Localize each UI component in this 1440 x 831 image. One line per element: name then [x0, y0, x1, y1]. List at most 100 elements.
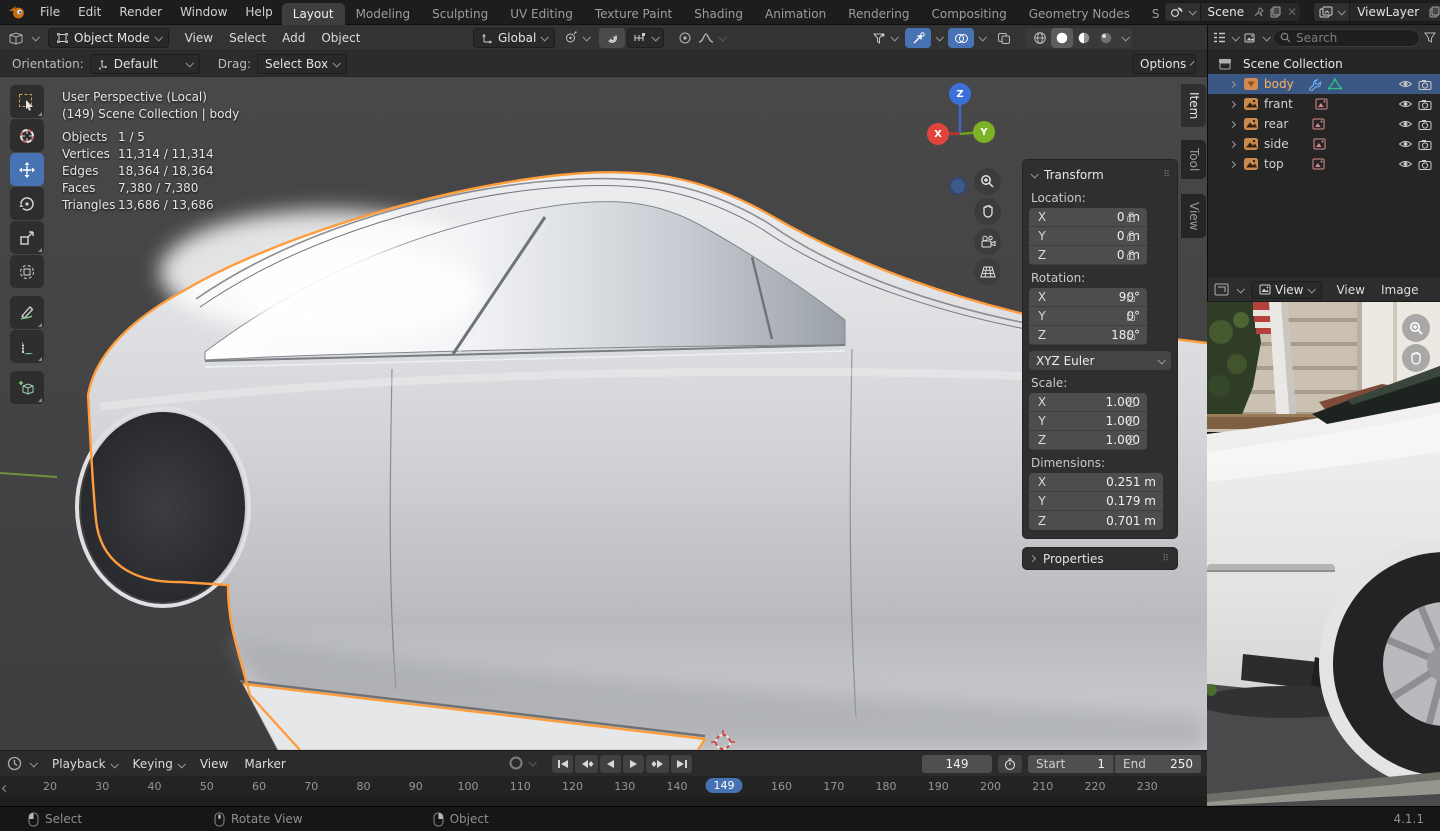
timeline-editor-type-icon[interactable]: [7, 756, 22, 771]
image-zoom-button[interactable]: [1402, 314, 1430, 342]
disable-render-camera-icon[interactable]: [1418, 159, 1432, 170]
pin-icon[interactable]: [1254, 6, 1265, 18]
menu-edit[interactable]: Edit: [69, 0, 110, 25]
workspace-tab-compositing[interactable]: Compositing: [920, 3, 1017, 25]
menu-render[interactable]: Render: [110, 0, 171, 25]
toggle-ortho-button[interactable]: [974, 258, 1001, 285]
jump-to-start-button[interactable]: [552, 755, 573, 773]
dimensions-x-field[interactable]: X 0.251 m: [1029, 473, 1163, 492]
timeline-view-menu[interactable]: View: [192, 757, 236, 771]
shading-solid-button[interactable]: [1051, 28, 1073, 48]
panel-drag-dots[interactable]: ⠿: [1162, 554, 1170, 564]
orientation-dropdown[interactable]: Default: [89, 53, 200, 74]
menu-window[interactable]: Window: [171, 0, 236, 25]
workspace-tab-uv-editing[interactable]: UV Editing: [499, 3, 584, 25]
workspace-tab-shading[interactable]: Shading: [683, 3, 754, 25]
lock-scale-z-icon[interactable]: [1125, 434, 1139, 446]
keying-menu[interactable]: Keying: [125, 757, 192, 771]
overlays-toggle[interactable]: [948, 28, 974, 48]
timeline-ruler[interactable]: 149 20 30 40 50 60 70 80 90 100 110 120 130 140 160 17…: [0, 776, 1207, 806]
zoom-view-button[interactable]: [974, 168, 1001, 195]
use-preview-range-button[interactable]: [998, 755, 1022, 773]
gizmo-z-axis[interactable]: Z: [949, 83, 971, 105]
lock-scale-y-icon[interactable]: [1125, 415, 1139, 427]
dimensions-z-field[interactable]: Z 0.701 m: [1029, 511, 1163, 530]
frame-end-field[interactable]: End 250: [1115, 755, 1201, 773]
tool-transform[interactable]: [10, 255, 44, 288]
outliner-display-mode-dropdown[interactable]: [1212, 31, 1240, 44]
next-keyframe-button[interactable]: [646, 755, 669, 773]
dimensions-y-field[interactable]: Y 0.179 m: [1029, 492, 1163, 511]
hide-eye-icon[interactable]: [1398, 139, 1413, 149]
gizmo-y-axis[interactable]: Y: [973, 121, 995, 143]
disable-render-camera-icon[interactable]: [1418, 139, 1432, 150]
new-viewlayer-icon[interactable]: [1429, 6, 1440, 18]
outliner-item-rear[interactable]: rear: [1208, 114, 1440, 134]
scene-name[interactable]: Scene: [1201, 5, 1252, 19]
gizmos-toggle[interactable]: [905, 28, 931, 48]
outliner-item-top[interactable]: top: [1208, 154, 1440, 174]
workspace-tab-geometry-nodes[interactable]: Geometry Nodes: [1018, 3, 1141, 25]
lock-location-z-icon[interactable]: [1125, 249, 1139, 261]
prev-keyframe-button[interactable]: [575, 755, 598, 773]
outliner-item-side[interactable]: side: [1208, 134, 1440, 154]
hide-eye-icon[interactable]: [1398, 79, 1413, 89]
panel-drag-dots[interactable]: ⠿: [1163, 170, 1171, 180]
outliner-item-frant[interactable]: frant: [1208, 94, 1440, 114]
disable-render-camera-icon[interactable]: [1418, 99, 1432, 110]
image-image-menu[interactable]: Image: [1373, 283, 1427, 297]
transform-orientation-dropdown[interactable]: Global: [473, 28, 556, 48]
frame-start-field[interactable]: Start 1: [1028, 755, 1114, 773]
transform-panel-header[interactable]: Transform ⠿: [1029, 165, 1171, 185]
expand-icon[interactable]: [1228, 80, 1237, 88]
workspace-tab-texture-paint[interactable]: Texture Paint: [584, 3, 683, 25]
options-dropdown[interactable]: Options: [1132, 53, 1196, 74]
object-visibility-dropdown[interactable]: [872, 32, 899, 45]
view-menu[interactable]: View: [177, 31, 221, 45]
mode-dropdown[interactable]: Object Mode: [48, 27, 169, 48]
add-menu[interactable]: Add: [274, 31, 313, 45]
viewlayer-name[interactable]: ViewLayer: [1350, 5, 1426, 19]
snap-toggle[interactable]: [599, 28, 626, 48]
lock-location-y-icon[interactable]: [1125, 230, 1139, 242]
menu-help[interactable]: Help: [236, 0, 281, 25]
tool-rotate[interactable]: [10, 187, 44, 220]
image-pan-button[interactable]: [1402, 344, 1430, 372]
jump-to-end-button[interactable]: [671, 755, 692, 773]
navigation-gizmo[interactable]: Z X Y: [920, 82, 1000, 152]
reference-image-view[interactable]: [1207, 302, 1440, 806]
select-menu[interactable]: Select: [221, 31, 274, 45]
workspace-tab-sculpting[interactable]: Sculpting: [421, 3, 499, 25]
disable-render-camera-icon[interactable]: [1418, 119, 1432, 130]
pan-view-button[interactable]: [974, 198, 1001, 225]
object-menu[interactable]: Object: [313, 31, 368, 45]
drag-dropdown[interactable]: Select Box: [256, 53, 348, 74]
workspace-tab-layout[interactable]: Layout: [281, 2, 345, 25]
mesh-data-icon[interactable]: [1327, 78, 1342, 90]
sidebar-tab-tool[interactable]: Tool: [1181, 140, 1206, 180]
scene-icon[interactable]: [1164, 3, 1201, 21]
expand-icon[interactable]: [1228, 140, 1237, 148]
hide-eye-icon[interactable]: [1398, 99, 1413, 109]
outliner-filter-dropdown[interactable]: [1244, 32, 1271, 44]
shading-rendered-button[interactable]: [1095, 28, 1117, 48]
outliner-filter-funnel-icon[interactable]: [1424, 32, 1436, 43]
tool-move[interactable]: [10, 153, 44, 186]
viewlayer-icon[interactable]: [1314, 3, 1351, 21]
timeline-expand-icon[interactable]: [1, 784, 10, 793]
current-frame-indicator[interactable]: 149: [705, 778, 743, 793]
auto-key-toggle[interactable]: [508, 755, 537, 771]
workspace-tab-rendering[interactable]: Rendering: [837, 3, 920, 25]
outliner-item-body[interactable]: body: [1208, 74, 1440, 94]
workspace-tab-animation[interactable]: Animation: [754, 3, 837, 25]
lock-scale-x-icon[interactable]: [1125, 396, 1139, 408]
workspace-tab-modeling[interactable]: Modeling: [345, 3, 422, 25]
expand-icon[interactable]: [1228, 120, 1237, 128]
image-view-menu[interactable]: View: [1328, 283, 1372, 297]
blender-logo-icon[interactable]: [8, 5, 25, 19]
scene-selector[interactable]: Scene ✕: [1163, 2, 1302, 22]
menu-file[interactable]: File: [31, 0, 69, 25]
proportional-editing-toggle[interactable]: [672, 28, 698, 48]
new-scene-icon[interactable]: [1270, 6, 1281, 18]
image-data-icon[interactable]: [1313, 138, 1326, 150]
